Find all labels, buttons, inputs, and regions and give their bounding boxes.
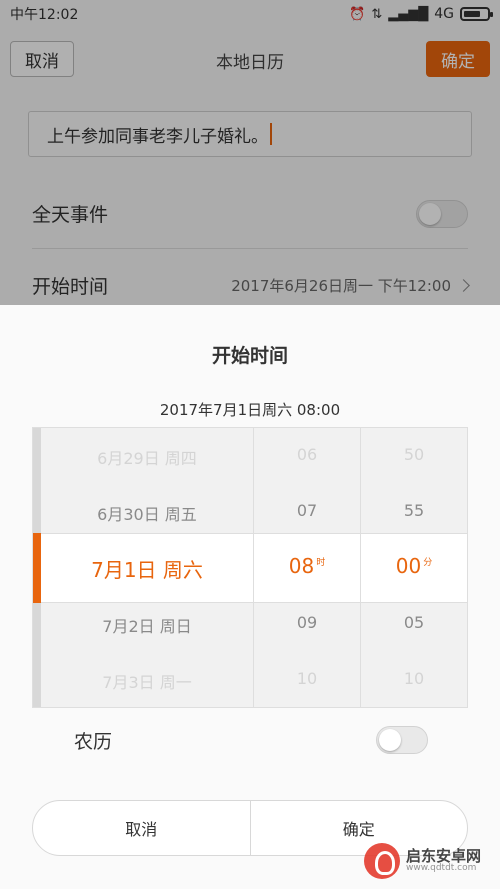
- watermark-text: 启东安卓网 www.qdtdt.com: [406, 848, 481, 874]
- sheet-title: 开始时间: [211, 345, 288, 367]
- lunar-toggle[interactable]: [376, 726, 428, 754]
- date-option[interactable]: 7月3日 周一: [41, 669, 253, 693]
- date-option[interactable]: 6月30日 周五: [41, 501, 253, 525]
- date-option[interactable]: 7月2日 周日: [41, 613, 253, 637]
- hour-option-selected[interactable]: 08 时: [254, 554, 360, 578]
- watermark-name: 启东安卓网: [406, 846, 482, 865]
- minute-option[interactable]: 50: [361, 445, 467, 464]
- hour-option[interactable]: 10: [254, 669, 360, 688]
- hour-value: 08: [288, 554, 315, 578]
- minute-wheel[interactable]: 50 55 00 分 05 10: [361, 428, 467, 707]
- date-option[interactable]: 6月29日 周四: [41, 445, 253, 469]
- start-time-sheet: 开始时间 2017年7月1日周六 08:00 6月29日 周四 6月30日 周五…: [0, 305, 500, 889]
- hour-wheel[interactable]: 06 07 08 时 09 10: [254, 428, 360, 707]
- selected-datetime: 2017年7月1日周六 08:00: [159, 401, 341, 419]
- lunar-label: 农历: [74, 730, 113, 753]
- toggle-knob: [379, 729, 401, 751]
- minute-option[interactable]: 05: [361, 613, 467, 632]
- date-wheel[interactable]: 6月29日 周四 6月30日 周五 7月1日 周六 7月2日 周日 7月3日 周…: [41, 428, 253, 707]
- hour-option[interactable]: 07: [254, 501, 360, 520]
- hour-unit: 时: [316, 558, 326, 568]
- watermark: 启东安卓网 www.qdtdt.com: [364, 839, 494, 883]
- minute-unit: 分: [423, 558, 433, 568]
- minute-option[interactable]: 10: [361, 669, 467, 688]
- dim-overlay[interactable]: [0, 0, 500, 305]
- minute-value: 00: [395, 554, 422, 578]
- hour-option[interactable]: 06: [254, 445, 360, 464]
- selection-accent: [33, 533, 41, 603]
- minute-option[interactable]: 55: [361, 501, 467, 520]
- lunar-row[interactable]: 农历: [74, 721, 428, 759]
- sheet-cancel-button[interactable]: 取消: [33, 801, 251, 855]
- watermark-logo-icon: [364, 843, 400, 879]
- date-option-selected[interactable]: 7月1日 周六: [41, 554, 253, 583]
- hour-option[interactable]: 09: [254, 613, 360, 632]
- watermark-url: www.qdtdt.com: [406, 863, 477, 874]
- datetime-picker[interactable]: 6月29日 周四 6月30日 周五 7月1日 周六 7月2日 周日 7月3日 周…: [32, 427, 468, 708]
- minute-option-selected[interactable]: 00 分: [361, 554, 467, 578]
